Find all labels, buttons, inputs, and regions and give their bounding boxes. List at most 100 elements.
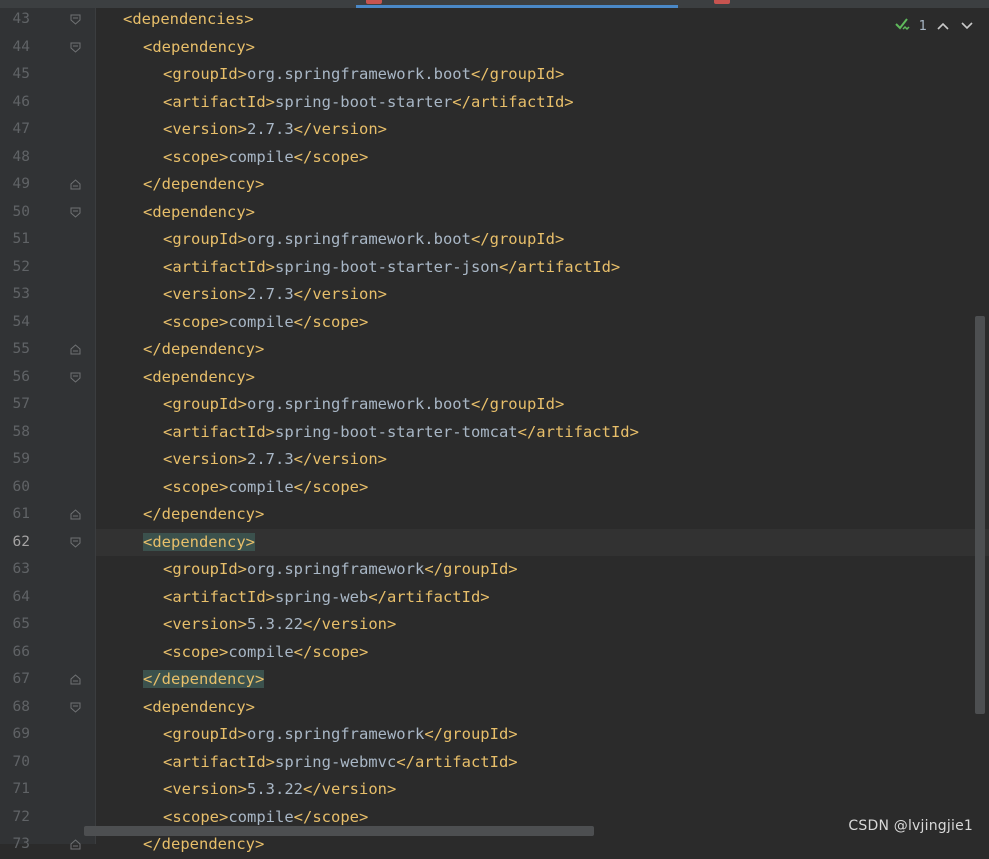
code-line[interactable]: <artifactId>spring-boot-starter</artifac…: [163, 89, 574, 117]
line-number: 66: [12, 643, 30, 660]
xml-tag: <artifactId>: [163, 92, 275, 111]
code-line[interactable]: </dependency>: [143, 171, 264, 199]
xml-tag: <scope>: [163, 477, 229, 496]
xml-tag: </scope>: [293, 807, 369, 826]
fold-close-icon[interactable]: [70, 509, 81, 520]
vertical-scrollbar[interactable]: [975, 316, 985, 714]
code-line[interactable]: <dependency>: [143, 529, 255, 557]
line-number: 55: [12, 341, 30, 357]
line-number: 52: [12, 258, 30, 275]
xml-tag: <groupId>: [163, 725, 247, 743]
code-line[interactable]: <artifactId>spring-boot-starter-tomcat</…: [163, 419, 639, 447]
fold-open-icon[interactable]: [70, 537, 81, 548]
xml-text: org.springframework: [247, 560, 425, 578]
xml-text: spring-web: [274, 587, 369, 606]
code-line[interactable]: <scope>compile</scope>: [163, 144, 368, 172]
chevron-down-icon[interactable]: [959, 18, 975, 34]
editor-tab-1[interactable]: [356, 0, 678, 8]
code-line[interactable]: <version>2.7.3</version>: [163, 116, 387, 144]
code-line[interactable]: <artifactId>spring-web</artifactId>: [163, 584, 490, 612]
xml-tag: </dependency>: [143, 340, 265, 358]
xml-tag: <artifactId>: [163, 257, 275, 276]
xml-tag: <groupId>: [163, 395, 247, 413]
xml-text: compile: [228, 807, 294, 826]
code-line[interactable]: <version>5.3.22</version>: [163, 611, 396, 639]
xml-text: spring-boot-starter-tomcat: [274, 422, 518, 441]
line-number: 59: [12, 451, 30, 467]
code-line[interactable]: <dependency>: [143, 694, 255, 722]
xml-tag: <dependency>: [143, 532, 255, 551]
horizontal-scrollbar[interactable]: [84, 826, 594, 836]
line-number: 45: [12, 66, 30, 82]
xml-text: spring-boot-starter-json: [274, 257, 499, 276]
xml-text: spring-boot-starter: [274, 92, 453, 111]
fold-open-icon[interactable]: [70, 42, 81, 53]
fold-close-icon[interactable]: [70, 344, 81, 355]
code-line[interactable]: <groupId>org.springframework</groupId>: [163, 556, 518, 584]
code-line[interactable]: </dependency>: [143, 501, 264, 529]
line-number-gutter[interactable]: 43 44 45 46 47 48 49 50 51 52 53 54 55 56 57 58 59 60 61 62…: [0, 8, 95, 852]
xml-text: org.springframework.boot: [247, 65, 471, 83]
xml-text: 2.7.3: [247, 450, 294, 468]
code-line[interactable]: <version>5.3.22</version>: [163, 776, 396, 804]
fold-open-icon[interactable]: [70, 372, 81, 383]
editor-tab-2[interactable]: [704, 0, 989, 8]
chevron-up-icon[interactable]: [935, 18, 951, 34]
xml-tag: </version>: [293, 120, 387, 138]
fold-open-icon[interactable]: [70, 14, 81, 25]
xml-tag: </dependency>: [143, 505, 265, 523]
line-number: 49: [12, 176, 30, 192]
line-number: 48: [12, 148, 30, 165]
fold-open-icon[interactable]: [70, 207, 81, 218]
xml-tag: <scope>: [163, 312, 229, 331]
fold-open-icon[interactable]: [70, 702, 81, 713]
line-number: 64: [12, 588, 30, 605]
line-number: 56: [12, 368, 30, 385]
xml-tag: <version>: [163, 780, 247, 798]
fold-close-icon[interactable]: [70, 674, 81, 685]
xml-tag: <dependency>: [143, 202, 255, 221]
code-line[interactable]: <groupId>org.springframework.boot</group…: [163, 226, 564, 254]
code-line[interactable]: <scope>compile</scope>: [163, 474, 368, 502]
xml-tag: </groupId>: [424, 560, 518, 578]
line-number: 54: [12, 313, 30, 330]
xml-tag: <dependency>: [143, 37, 255, 56]
code-line[interactable]: <dependency>: [143, 199, 255, 227]
code-line[interactable]: <artifactId>spring-boot-starter-json</ar…: [163, 254, 620, 282]
xml-tag: </version>: [293, 450, 387, 468]
inspection-ok-icon[interactable]: [895, 17, 911, 35]
inspection-widget: 1: [895, 14, 975, 38]
xml-tag: </dependency>: [143, 670, 265, 688]
xml-tag: </artifactId>: [368, 587, 490, 606]
xml-tag: </groupId>: [470, 230, 565, 248]
code-line[interactable]: </dependency>: [143, 666, 265, 694]
maven-file-icon: [714, 0, 730, 4]
code-line[interactable]: <version>2.7.3</version>: [163, 281, 387, 309]
fold-close-icon[interactable]: [70, 179, 81, 190]
fold-close-icon[interactable]: [70, 839, 81, 850]
xml-tag: <dependency>: [143, 697, 255, 716]
code-line[interactable]: <scope>compile</scope>: [163, 639, 368, 667]
xml-tag: </artifactId>: [396, 752, 518, 771]
xml-text: 5.3.22: [247, 615, 303, 633]
xml-text: org.springframework.boot: [247, 395, 471, 413]
xml-tag: <artifactId>: [163, 422, 275, 441]
xml-tag: </dependency>: [143, 175, 265, 193]
code-line[interactable]: <dependencies>: [123, 6, 254, 34]
code-line[interactable]: <artifactId>spring-webmvc</artifactId>: [163, 749, 518, 777]
code-line[interactable]: <scope>compile</scope>: [163, 309, 368, 337]
code-line[interactable]: <dependency>: [143, 34, 255, 62]
code-editor[interactable]: <dependencies> <dependency> <groupId>org.s…: [96, 6, 989, 853]
inspection-count: 1: [918, 18, 927, 34]
line-number: 61: [12, 506, 30, 522]
xml-text: 2.7.3: [247, 285, 294, 303]
xml-tag: </version>: [293, 285, 387, 303]
code-line[interactable]: <groupId>org.springframework</groupId>: [163, 721, 518, 749]
code-line[interactable]: <groupId>org.springframework.boot</group…: [163, 391, 564, 419]
xml-tag: <groupId>: [163, 560, 247, 578]
code-line[interactable]: <version>2.7.3</version>: [163, 446, 387, 474]
line-number: 57: [12, 396, 30, 412]
code-line[interactable]: <groupId>org.springframework.boot</group…: [163, 61, 564, 89]
code-line[interactable]: </dependency>: [143, 336, 264, 364]
code-line[interactable]: <dependency>: [143, 364, 255, 392]
